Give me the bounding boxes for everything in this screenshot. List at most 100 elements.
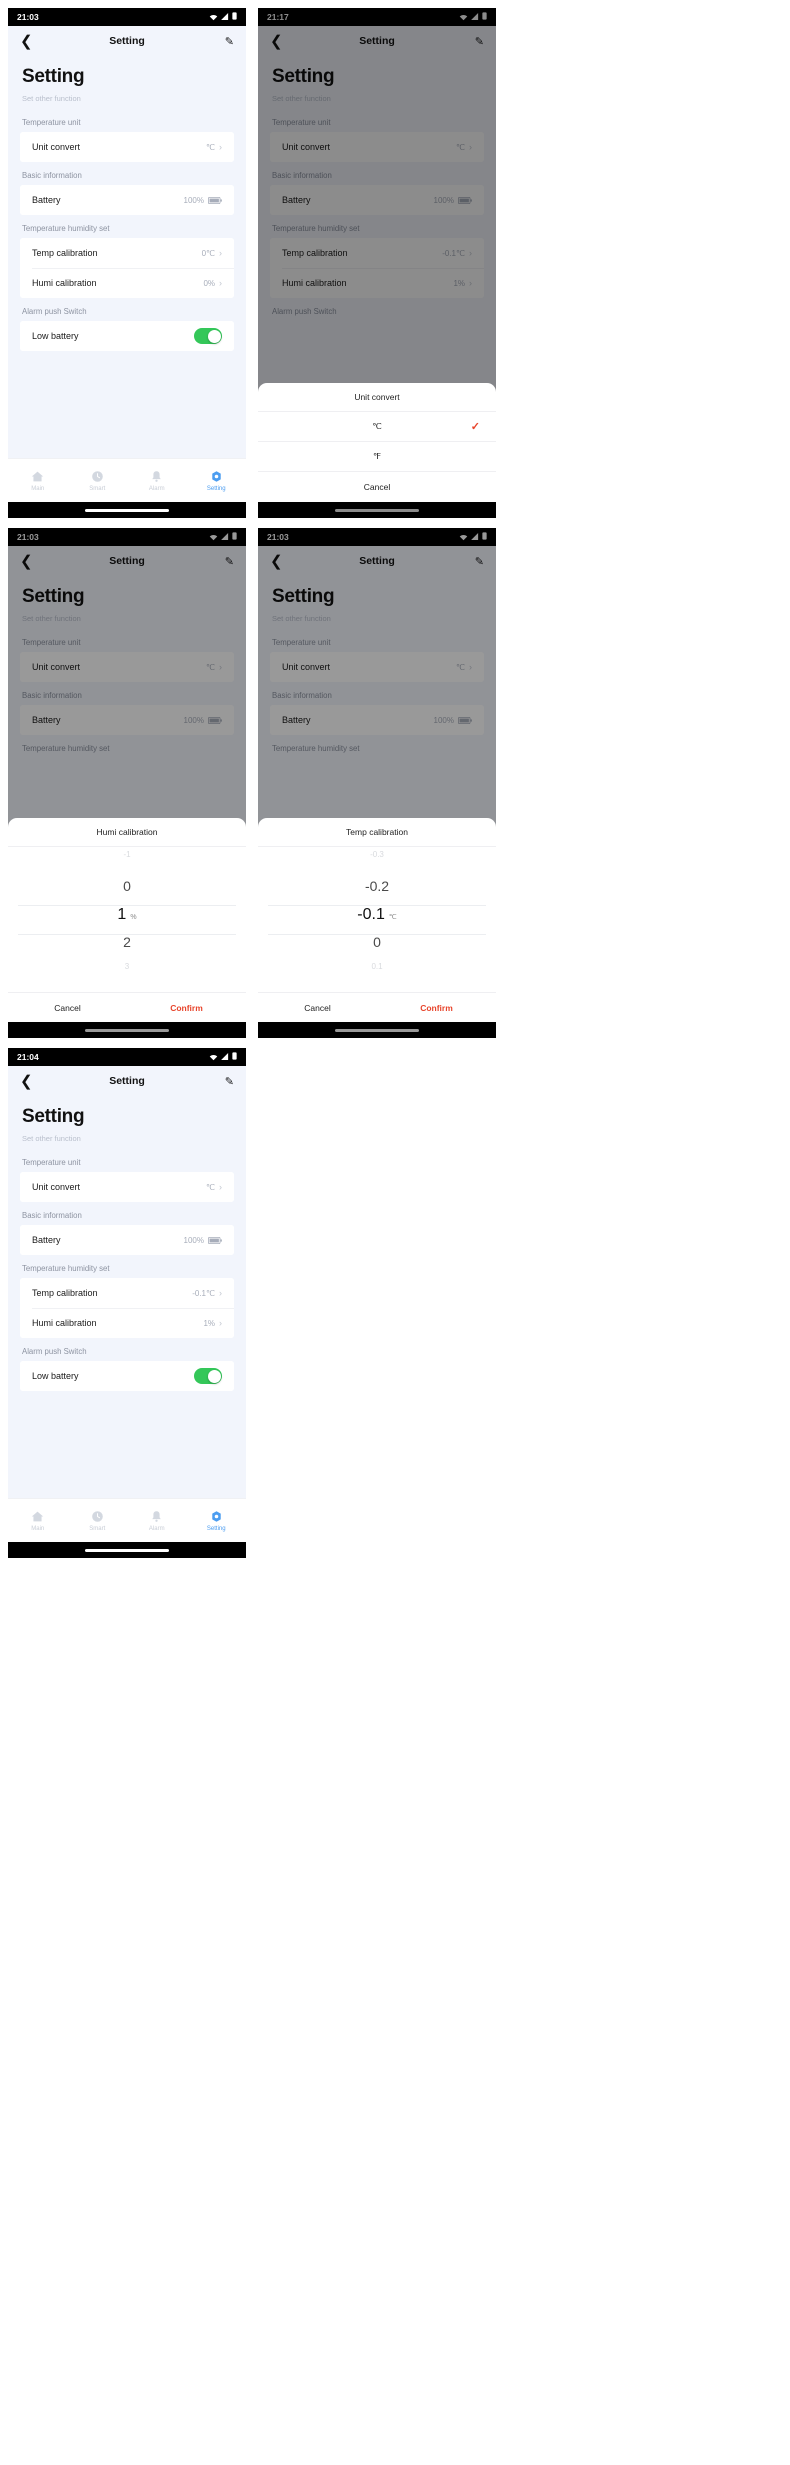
phone-panel-5: 21:04 ❮ Setting ✎ Setting Set other func… <box>8 1048 246 1558</box>
page-header: Setting Set other function <box>8 56 246 109</box>
picker-item[interactable]: 0.1 <box>258 962 496 990</box>
battery-level: 100% <box>183 195 204 205</box>
tab-label: Smart <box>89 1525 106 1532</box>
low-battery-toggle[interactable] <box>194 1368 222 1384</box>
picker-item-selected[interactable]: 1% <box>8 906 246 934</box>
battery-icon <box>232 1052 237 1062</box>
status-icons <box>209 1052 237 1062</box>
tab-main[interactable]: Main <box>8 1510 68 1532</box>
tab-alarm[interactable]: Alarm <box>127 470 187 492</box>
picker-item[interactable]: -0.2 <box>258 878 496 906</box>
wifi-icon <box>209 1054 218 1061</box>
row-value: ℃ › <box>206 142 222 152</box>
row-value: ℃ › <box>206 1182 222 1192</box>
card-temp-humidity-set: Temp calibration -0.1℃ › Humi calibratio… <box>20 1278 234 1338</box>
action-sheet-card: Unit convert ℃ ✓ ℉ Cancel <box>258 383 496 502</box>
status-time: 21:04 <box>17 1052 39 1062</box>
tab-label: Smart <box>89 485 106 492</box>
home-indicator[interactable] <box>85 1548 169 1552</box>
screen-3: 21:03 ❮ Setting ✎ Setting Set other func… <box>8 528 246 1038</box>
picker-actions: Cancel Confirm <box>258 992 496 1022</box>
tab-bar: Main Smart Alarm Setting <box>8 458 246 502</box>
row-label: Temp calibration <box>32 248 98 258</box>
row-unit-convert[interactable]: Unit convert ℃ › <box>20 1172 234 1202</box>
picker-value: -0.1 <box>357 905 385 923</box>
row-temp-calibration[interactable]: Temp calibration 0℃ › <box>20 238 234 268</box>
cancel-button[interactable]: Cancel <box>258 993 377 1022</box>
battery-icon <box>208 1236 222 1244</box>
battery-level: 100% <box>183 1235 204 1245</box>
picker-item[interactable]: -1 <box>8 850 246 878</box>
row-label: Battery <box>32 1235 61 1245</box>
row-label: Temp calibration <box>32 1288 98 1298</box>
picker-item[interactable]: 0 <box>8 878 246 906</box>
home-indicator-bar <box>8 1542 246 1558</box>
humi-cal-value: 0% <box>203 278 215 288</box>
screen-2: 21:17 ❮ Setting ✎ Setting Set other func… <box>258 8 496 518</box>
option-celsius[interactable]: ℃ ✓ <box>258 412 496 442</box>
signal-icon <box>221 1052 229 1062</box>
row-value: 0% › <box>203 278 222 288</box>
picker-item[interactable]: 3 <box>8 962 246 990</box>
picker-value: 3 <box>124 961 130 971</box>
row-label: Low battery <box>32 331 79 341</box>
tab-alarm[interactable]: Alarm <box>127 1510 187 1532</box>
picker-unit: % <box>130 913 137 921</box>
battery-icon <box>232 12 237 22</box>
row-value: -0.1℃ › <box>192 1288 222 1298</box>
status-bar: 21:04 <box>8 1048 246 1066</box>
back-button[interactable]: ❮ <box>20 34 33 49</box>
nav-title: Setting <box>109 35 145 47</box>
battery-icon <box>208 196 222 204</box>
pencil-icon[interactable]: ✎ <box>225 1075 234 1088</box>
tab-smart[interactable]: Smart <box>68 1510 128 1532</box>
picker-wheel[interactable]: -0.3 -0.2 -0.1 ℃ 0 0.1 <box>258 847 496 992</box>
action-sheet-title: Unit convert <box>258 383 496 412</box>
section-basic-information: Basic information <box>8 1202 246 1225</box>
picker-value: -0.2 <box>364 877 390 894</box>
picker-actions: Cancel Confirm <box>8 992 246 1022</box>
low-battery-toggle[interactable] <box>194 328 222 344</box>
back-button[interactable]: ❮ <box>20 1074 33 1089</box>
row-value: 1% › <box>203 1318 222 1328</box>
screen-4: 21:03 ❮ Setting ✎ Setting Set other func… <box>258 528 496 1038</box>
row-label: Humi calibration <box>32 278 97 288</box>
picker-wheel[interactable]: -1 0 1% 2 3 <box>8 847 246 992</box>
picker-item-selected[interactable]: -0.1 ℃ <box>258 906 496 934</box>
tab-smart[interactable]: Smart <box>68 470 128 492</box>
page-header: Setting Set other function <box>8 1096 246 1149</box>
picker-sel-line-bottom <box>268 934 486 935</box>
picker-value: -1 <box>123 849 131 859</box>
picker-item[interactable]: 2 <box>8 934 246 962</box>
confirm-button[interactable]: Confirm <box>377 993 496 1022</box>
phone-panel-3: 21:03 ❮ Setting ✎ Setting Set other func… <box>8 528 246 1038</box>
tab-label: Alarm <box>148 485 165 492</box>
gear-icon <box>210 470 223 483</box>
section-temp-humidity-set: Temperature humidity set <box>8 1255 246 1278</box>
row-humi-calibration[interactable]: Humi calibration 1% › <box>20 1308 234 1338</box>
card-basic-information: Battery 100% <box>20 1225 234 1255</box>
option-fahrenheit[interactable]: ℉ <box>258 442 496 472</box>
screenshot-grid: 21:03 ❮ Setting ✎ Setting Set other func… <box>0 0 790 2465</box>
bell-icon <box>150 1510 163 1523</box>
tab-setting[interactable]: Setting <box>187 470 247 492</box>
picker-unit: ℃ <box>388 913 397 921</box>
card-temperature-unit: Unit convert ℃ › <box>20 132 234 162</box>
page-title: Setting <box>22 1106 85 1127</box>
picker-value: 0 <box>123 877 131 894</box>
cancel-button[interactable]: Cancel <box>258 472 496 502</box>
tab-setting[interactable]: Setting <box>187 1510 247 1532</box>
confirm-button[interactable]: Confirm <box>127 993 246 1022</box>
nav-bar: ❮ Setting ✎ <box>8 26 246 56</box>
cancel-button[interactable]: Cancel <box>8 993 127 1022</box>
signal-icon <box>221 12 229 22</box>
card-temp-humidity-set: Temp calibration 0℃ › Humi calibration 0… <box>20 238 234 298</box>
pencil-icon[interactable]: ✎ <box>225 35 234 48</box>
home-indicator[interactable] <box>85 508 169 512</box>
row-humi-calibration[interactable]: Humi calibration 0% › <box>20 268 234 298</box>
picker-item[interactable]: -0.3 <box>258 850 496 878</box>
row-unit-convert[interactable]: Unit convert ℃ › <box>20 132 234 162</box>
picker-item[interactable]: 0 <box>258 934 496 962</box>
row-temp-calibration[interactable]: Temp calibration -0.1℃ › <box>20 1278 234 1308</box>
tab-main[interactable]: Main <box>8 470 68 492</box>
